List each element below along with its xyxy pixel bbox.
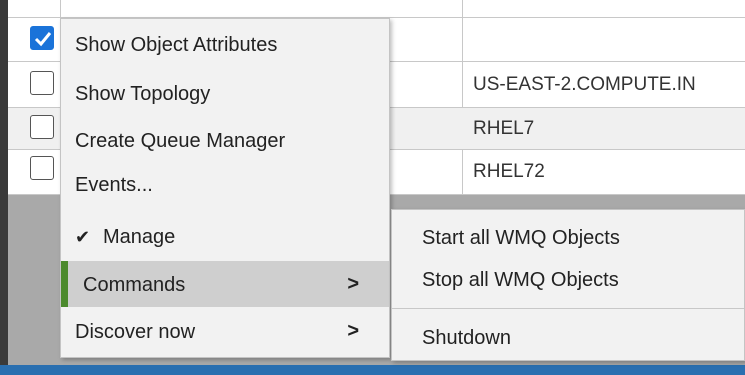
menu-item-create-queue-manager[interactable]: Create Queue Manager: [61, 119, 389, 163]
menu-item-events[interactable]: Events...: [61, 163, 389, 207]
submenu-item-label: Stop all WMQ Objects: [422, 269, 619, 291]
menu-item-label: Create Queue Manager: [75, 130, 286, 152]
submenu-item-stop-all-wmq-objects[interactable]: Stop all WMQ Objects: [392, 260, 744, 304]
menu-item-commands[interactable]: Commands >: [61, 261, 389, 307]
host-cell: RHEL7: [473, 118, 535, 139]
menu-item-show-topology[interactable]: Show Topology: [61, 73, 389, 117]
row-checkbox[interactable]: [30, 26, 54, 50]
menu-item-discover-now[interactable]: Discover now >: [61, 311, 389, 355]
selection-accent: [61, 261, 68, 307]
submenu-item-label: Start all WMQ Objects: [422, 227, 620, 249]
submenu-item-start-all-wmq-objects[interactable]: Start all WMQ Objects: [392, 214, 744, 260]
row-checkbox[interactable]: [30, 156, 54, 180]
menu-item-label: Events...: [75, 174, 153, 196]
commands-submenu: Start all WMQ Objects Stop all WMQ Objec…: [391, 209, 745, 361]
menu-separator: [392, 308, 744, 309]
menu-item-show-object-attributes[interactable]: Show Object Attributes: [61, 23, 389, 67]
chevron-right-icon: >: [347, 320, 359, 342]
table-row[interactable]: [8, 0, 745, 18]
submenu-item-shutdown[interactable]: Shutdown: [392, 314, 744, 358]
menu-item-label: Discover now: [75, 321, 196, 343]
submenu-item-label: Shutdown: [422, 327, 511, 349]
row-checkbox[interactable]: [30, 71, 54, 95]
host-cell: RHEL72: [473, 161, 545, 182]
chevron-right-icon: >: [347, 273, 359, 295]
bottom-status-bar: [0, 365, 745, 375]
checkmark-icon: [34, 32, 52, 47]
check-icon: ✔: [75, 227, 91, 247]
host-cell: US-EAST-2.COMPUTE.IN: [473, 74, 696, 95]
menu-item-label: Commands: [83, 274, 186, 296]
menu-item-label: Manage: [103, 226, 176, 248]
menu-item-label: Show Object Attributes: [75, 34, 278, 56]
window-left-border: [0, 0, 8, 375]
context-menu: Show Object Attributes Show Topology Cre…: [60, 18, 390, 358]
menu-item-label: Show Topology: [75, 83, 211, 105]
row-checkbox[interactable]: [30, 115, 54, 139]
menu-item-manage[interactable]: ✔ Manage: [61, 215, 389, 259]
